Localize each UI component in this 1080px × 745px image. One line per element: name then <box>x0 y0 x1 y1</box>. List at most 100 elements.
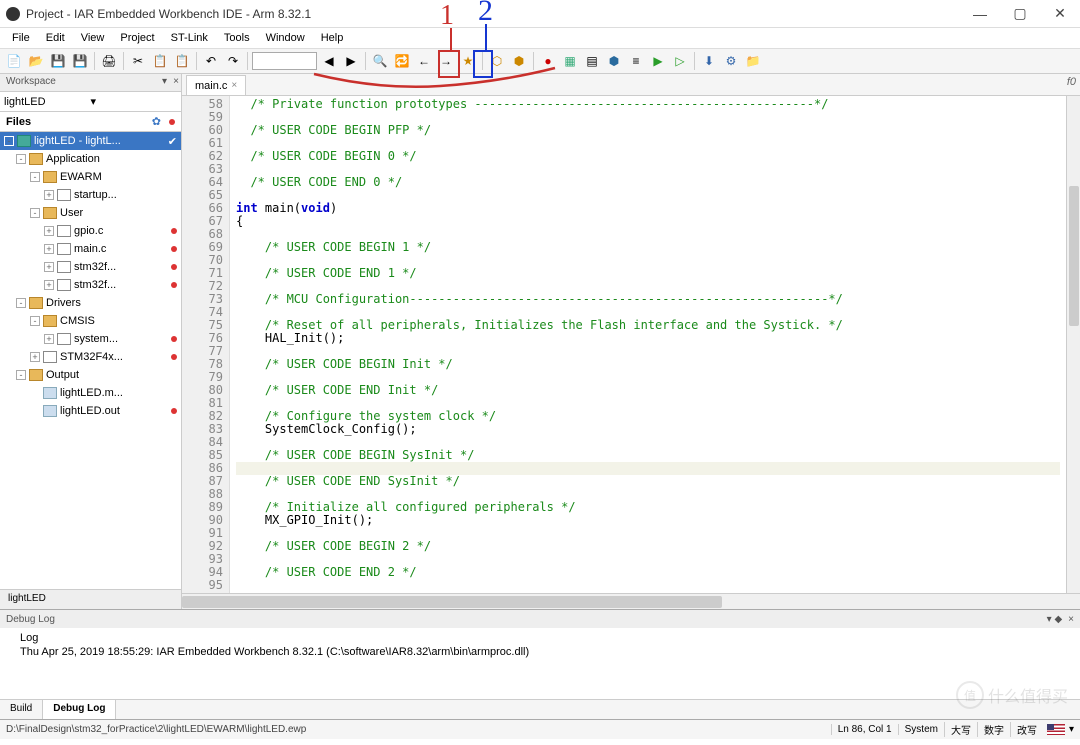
tree-node[interactable]: + STM32F4x... <box>0 348 181 366</box>
close-button[interactable]: ✕ <box>1046 4 1074 24</box>
expand-icon[interactable]: + <box>44 244 54 254</box>
save-button[interactable]: 💾 <box>48 51 68 71</box>
expand-icon[interactable]: - <box>30 208 40 218</box>
expand-icon[interactable]: - <box>4 136 14 146</box>
print-button[interactable]: 🖨 <box>99 51 119 71</box>
debug-log-body[interactable]: Log Thu Apr 25, 2019 18:55:29: IAR Embed… <box>0 628 1080 699</box>
compile-button[interactable]: ▤ <box>582 51 602 71</box>
expand-icon[interactable]: + <box>44 262 54 272</box>
pin-icon[interactable]: ▾ <box>162 76 167 87</box>
next-bookmark-button[interactable]: → <box>436 51 456 71</box>
tab-close-icon[interactable]: × <box>231 80 237 91</box>
nav-back-button[interactable]: ◀ <box>319 51 339 71</box>
editor-vscroll[interactable] <box>1066 96 1080 593</box>
nav-fwd-button[interactable]: ▶ <box>341 51 361 71</box>
tree-node[interactable]: +gpio.c <box>0 222 181 240</box>
find-button[interactable]: 🔍 <box>370 51 390 71</box>
tree-label: lightLED.out <box>60 405 167 417</box>
menu-help[interactable]: Help <box>313 30 352 46</box>
tree-label: STM32F4x... <box>60 351 167 363</box>
expand-icon[interactable]: - <box>16 298 26 308</box>
function-indicator[interactable]: f0 <box>1067 76 1076 88</box>
tree-label: lightLED.m... <box>60 387 177 399</box>
tree-node[interactable]: -Output <box>0 366 181 384</box>
menu-st-link[interactable]: ST-Link <box>163 30 216 46</box>
tree-node[interactable]: +stm32f... <box>0 276 181 294</box>
breakpoints-button[interactable]: ≡ <box>626 51 646 71</box>
expand-icon[interactable]: - <box>16 370 26 380</box>
tree-icon <box>43 351 57 363</box>
bottom-tab-debug-log[interactable]: Debug Log <box>43 700 116 719</box>
editor-hscroll[interactable] <box>182 593 1080 609</box>
bottom-tab-build[interactable]: Build <box>0 700 43 719</box>
search-combo[interactable] <box>252 52 317 70</box>
tree-node[interactable]: + system... <box>0 330 181 348</box>
download-button[interactable]: ⬇ <box>699 51 719 71</box>
tree-node[interactable]: +stm32f... <box>0 258 181 276</box>
menu-window[interactable]: Window <box>258 30 313 46</box>
workspace-combo[interactable]: lightLED▾ <box>0 92 181 112</box>
debug-no-download-button[interactable]: ▷ <box>670 51 690 71</box>
tree-node[interactable]: -User <box>0 204 181 222</box>
download-debug-button[interactable]: ▶ <box>648 51 668 71</box>
line-gutter: 5859606162636465666768697071727374757677… <box>182 96 230 593</box>
save-all-button[interactable]: 💾 <box>70 51 90 71</box>
cut-button[interactable]: ✂ <box>128 51 148 71</box>
tree-node[interactable]: - Application <box>0 150 181 168</box>
menu-view[interactable]: View <box>73 30 113 46</box>
menu-file[interactable]: File <box>4 30 38 46</box>
expand-icon[interactable]: + <box>44 334 54 344</box>
project-tree[interactable]: -lightLED - lightL...✔-Application-EWARM… <box>0 132 181 589</box>
tree-icon <box>43 405 57 417</box>
undo-button[interactable]: ↶ <box>201 51 221 71</box>
make-button[interactable]: ▦ <box>560 51 580 71</box>
expand-icon[interactable]: + <box>44 226 54 236</box>
nav-btn-2[interactable]: ⬢ <box>509 51 529 71</box>
menu-edit[interactable]: Edit <box>38 30 73 46</box>
menu-tools[interactable]: Tools <box>216 30 258 46</box>
gear-icon[interactable]: ✿ <box>152 115 161 128</box>
panel-close-icon[interactable]: × <box>1068 614 1074 625</box>
toggle-breakpoint-button[interactable]: ● <box>538 51 558 71</box>
paste-button[interactable]: 📋 <box>172 51 192 71</box>
tree-node[interactable]: - CMSIS <box>0 312 181 330</box>
expand-icon[interactable]: + <box>44 190 54 200</box>
new-file-button[interactable]: 📄 <box>4 51 24 71</box>
open-button[interactable]: 📂 <box>26 51 46 71</box>
panel-close-icon[interactable]: × <box>173 76 179 87</box>
tree-node[interactable]: +main.c <box>0 240 181 258</box>
workspace-tab[interactable]: lightLED <box>0 589 181 609</box>
menu-project[interactable]: Project <box>112 30 162 46</box>
tree-label: lightLED - lightL... <box>34 135 164 147</box>
panel-pin-icon[interactable]: ▾ ◆ <box>1047 614 1063 625</box>
tree-node[interactable]: lightLED.m... <box>0 384 181 402</box>
nav-btn-1[interactable]: ⬡ <box>487 51 507 71</box>
tree-node[interactable]: -Drivers <box>0 294 181 312</box>
tree-node[interactable]: lightLED.out <box>0 402 181 420</box>
project-button[interactable]: 📁 <box>743 51 763 71</box>
options-button[interactable]: ⚙ <box>721 51 741 71</box>
tree-node[interactable]: -lightLED - lightL...✔ <box>0 132 181 150</box>
tree-node[interactable]: +startup... <box>0 186 181 204</box>
toggle-bookmark-button[interactable]: ★ <box>458 51 478 71</box>
copy-button[interactable]: 📋 <box>150 51 170 71</box>
redo-button[interactable]: ↷ <box>223 51 243 71</box>
maximize-button[interactable]: ▢ <box>1006 4 1034 24</box>
title-bar: Project - IAR Embedded Workbench IDE - A… <box>0 0 1080 28</box>
code-area[interactable]: /* Private function prototypes ---------… <box>230 96 1066 593</box>
expand-icon[interactable]: - <box>30 172 40 182</box>
tree-node[interactable]: -EWARM <box>0 168 181 186</box>
editor-tab-main[interactable]: main.c× <box>186 75 246 95</box>
expand-icon[interactable]: + <box>30 352 40 362</box>
replace-button[interactable]: 🔁 <box>392 51 412 71</box>
expand-icon[interactable]: + <box>44 280 54 290</box>
tree-label: Application <box>46 153 177 165</box>
expand-icon[interactable]: - <box>16 154 26 164</box>
tree-label: system... <box>74 333 167 345</box>
stop-build-button[interactable]: ⬢ <box>604 51 624 71</box>
debug-log-title: Debug Log ▾ ◆ × <box>0 610 1080 628</box>
minimize-button[interactable]: ― <box>966 4 994 24</box>
expand-icon[interactable]: - <box>30 316 40 326</box>
prev-bookmark-button[interactable]: ← <box>414 51 434 71</box>
tree-label: CMSIS <box>60 315 177 327</box>
